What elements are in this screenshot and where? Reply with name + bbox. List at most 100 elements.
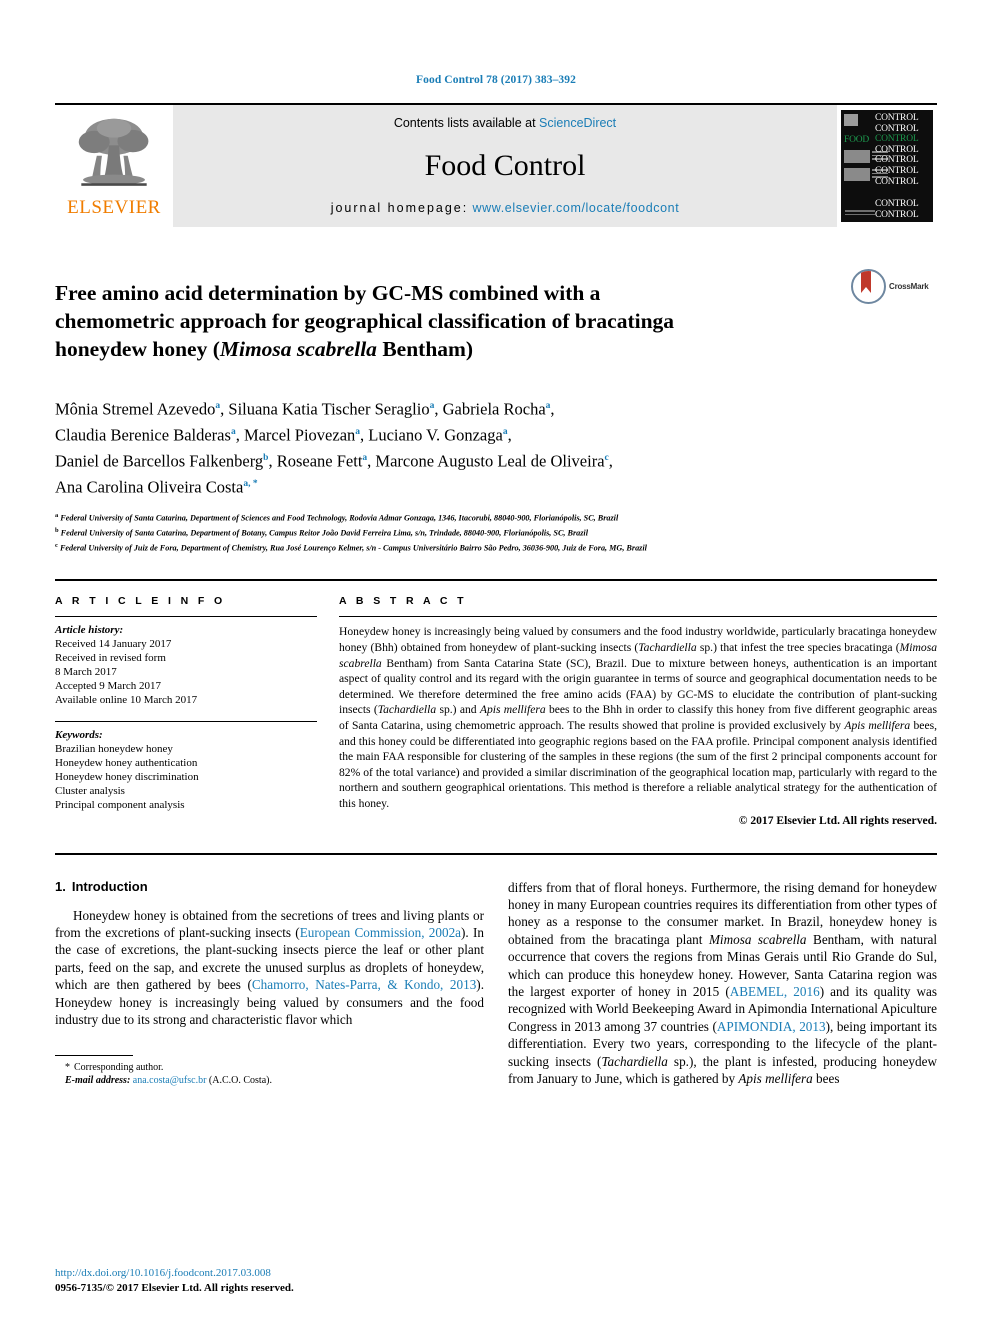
abstract-species: Apis mellifera <box>844 719 911 733</box>
history-item: Received in revised form <box>55 652 166 665</box>
history-item: Accepted 9 March 2017 <box>55 680 161 693</box>
affiliations: a Federal University of Santa Catarina, … <box>55 510 937 555</box>
footnote-star: * <box>65 1062 70 1074</box>
cover-photo-2 <box>844 150 870 163</box>
crossmark-label: CrossMark <box>889 282 929 291</box>
corresponding-author-footnote: * Corresponding author. E-mail address: a… <box>55 1055 495 1087</box>
abstract-part: sp.) and <box>436 703 480 717</box>
author-sep: , <box>550 399 555 419</box>
running-head: Food Control 78 (2017) 383–392 <box>416 74 576 86</box>
corresponding-author-mark[interactable]: a, * <box>243 479 257 489</box>
crossmark-badge[interactable]: CrossMark <box>851 265 937 304</box>
affiliation-mark: b <box>55 527 59 535</box>
title-block: Free amino acid determination by GC-MS c… <box>55 265 937 378</box>
page-title: Free amino acid determination by GC-MS c… <box>55 279 851 363</box>
footnote-email-line: E-mail address: ana.costa@ufsc.br (A.C.O… <box>55 1074 495 1087</box>
affiliation-item: b Federal University of Santa Catarina, … <box>55 525 937 539</box>
article-body: 1. Introduction Honeydew honey is obtaine… <box>55 852 937 1088</box>
author-list: Mônia Stremel Azevedoa, Siluana Katia Ti… <box>55 395 937 499</box>
journal-title: Food Control <box>424 148 586 182</box>
section-title: Introduction <box>71 878 148 894</box>
cover-control-8: CONTROL <box>875 199 919 210</box>
elsevier-tree-icon <box>78 118 149 186</box>
abstract-heading: A B S T R A C T <box>339 595 467 608</box>
sciencedirect-link[interactable]: ScienceDirect <box>539 116 616 130</box>
history-item: Received 14 January 2017 <box>55 638 172 651</box>
journal-homepage-line: journal homepage: www.elsevier.com/locat… <box>331 201 680 215</box>
footnote-corresponding-text: Corresponding author. <box>74 1062 164 1074</box>
issn-copyright: 0956-7135/© 2017 Elsevier Ltd. All right… <box>55 1281 294 1294</box>
citation-link[interactable]: Chamorro, Nates-Parra, & Kondo, 2013 <box>252 977 476 992</box>
title-line-1: Free amino acid determination by GC-MS c… <box>55 281 601 306</box>
intro-species: Apis mellifera <box>738 1071 813 1087</box>
author-name: Marcone Augusto Leal de Oliveira <box>375 451 605 471</box>
homepage-link[interactable]: www.elsevier.com/locate/foodcont <box>473 201 680 215</box>
author-name: Luciano V. Gonzaga <box>368 425 503 445</box>
abstract-species: Tachardiella <box>377 703 437 717</box>
author-name: Daniel de Barcellos Falkenberg <box>55 451 264 471</box>
keywords-label: Keywords: <box>55 729 103 742</box>
title-line-3-post: Bentham) <box>376 337 474 362</box>
abstract-copyright: © 2017 Elsevier Ltd. All rights reserved… <box>738 813 937 827</box>
journal-cover-thumbnail: FOOD CONTROL CONTROL CONTROL CONTROL CON… <box>837 105 937 227</box>
section-number: 1. <box>55 878 66 894</box>
author-name: Mônia Stremel Azevedo <box>55 399 216 419</box>
intro-species: Mimosa scabrella <box>708 931 807 947</box>
email-label: E-mail address: <box>65 1075 131 1087</box>
title-line-2: chemometric approach for geographical cl… <box>55 309 675 334</box>
homepage-label: journal homepage: <box>330 201 469 215</box>
crossmark-icon <box>851 269 886 304</box>
author-name: Marcel Piovezan <box>243 425 356 445</box>
cover-control-9: CONTROL <box>875 209 919 220</box>
footnote-divider <box>55 1055 133 1057</box>
author-name: Claudia Berenice Balderas <box>55 425 231 445</box>
intro-paragraph-left: Honeydew honey is obtained from the secr… <box>55 907 484 1029</box>
email-link[interactable]: ana.costa@ufsc.br <box>133 1075 207 1086</box>
author-name: Gabriela Rocha <box>442 399 546 419</box>
abstract-text: Honeydew honey is increasingly being val… <box>339 617 937 811</box>
citation-link[interactable]: ABEMEL, 2016 <box>730 984 820 999</box>
author-sep: , <box>434 399 443 419</box>
keyword-item: Cluster analysis <box>55 785 125 798</box>
abstract-species: Tachardiella <box>638 641 697 655</box>
cover-left-column <box>844 114 877 128</box>
intro-species: Tachardiella <box>601 1053 668 1069</box>
cover-control-6: CONTROL <box>875 165 919 176</box>
article-info-column: A R T I C L E I N F O Article history: R… <box>55 595 317 826</box>
intro-text: bees <box>812 1071 840 1087</box>
author-sep: , <box>608 451 613 471</box>
article-info-heading: A R T I C L E I N F O <box>55 595 226 608</box>
keyword-item: Brazilian honeydew honey <box>55 743 173 756</box>
cover-control-3: CONTROL <box>875 134 919 145</box>
contents-line: Contents lists available at ScienceDirec… <box>394 116 616 130</box>
abstract-column: A B S T R A C T Honeydew honey is increa… <box>339 595 937 827</box>
body-column-left: 1. Introduction Honeydew honey is obtaine… <box>55 879 484 1088</box>
cover-image: FOOD CONTROL CONTROL CONTROL CONTROL CON… <box>841 110 933 222</box>
title-species: Mimosa scabrella <box>219 337 377 362</box>
intro-paragraph-right: differs from that of floral honeys. Furt… <box>508 879 937 1088</box>
author-sep: , <box>235 425 244 445</box>
affiliation-mark: a <box>55 511 59 519</box>
contents-prefix: Contents lists available at <box>393 116 536 130</box>
footnote-corresponding: * Corresponding author. <box>55 1061 495 1074</box>
affiliation-text: Federal University of Juiz de Fora, Depa… <box>59 543 647 553</box>
author-name: Roseane Fett <box>276 451 363 471</box>
author-sep: , <box>507 425 512 445</box>
abstract-species: Apis mellifera <box>479 703 546 717</box>
cover-control-stack: CONTROL CONTROL CONTROL CONTROL CONTROL … <box>875 113 931 220</box>
keyword-item: Honeydew honey authentication <box>55 757 198 770</box>
keyword-item: Honeydew honey discrimination <box>55 771 199 784</box>
article-history-label: Article history: <box>55 624 124 637</box>
keywords-group: Keywords: Brazilian honeydew honey Honey… <box>55 721 317 812</box>
abstract-part: bees, and this honey could be differenti… <box>339 719 938 811</box>
history-item: 8 March 2017 <box>55 666 117 679</box>
citation-link[interactable]: European Commission, 2002a <box>300 925 461 940</box>
citation-link[interactable]: APIMONDIA, 2013 <box>717 1019 826 1034</box>
cover-control-2: CONTROL <box>875 123 919 134</box>
cover-control-7: CONTROL <box>875 176 919 187</box>
affiliation-item: a Federal University of Santa Catarina, … <box>55 510 937 524</box>
doi-link[interactable]: http://dx.doi.org/10.1016/j.foodcont.201… <box>55 1266 294 1281</box>
cover-control-1: CONTROL <box>875 113 919 123</box>
email-owner: (A.C.O. Costa). <box>208 1075 272 1087</box>
title-line-3-pre: honeydew honey ( <box>55 337 220 362</box>
